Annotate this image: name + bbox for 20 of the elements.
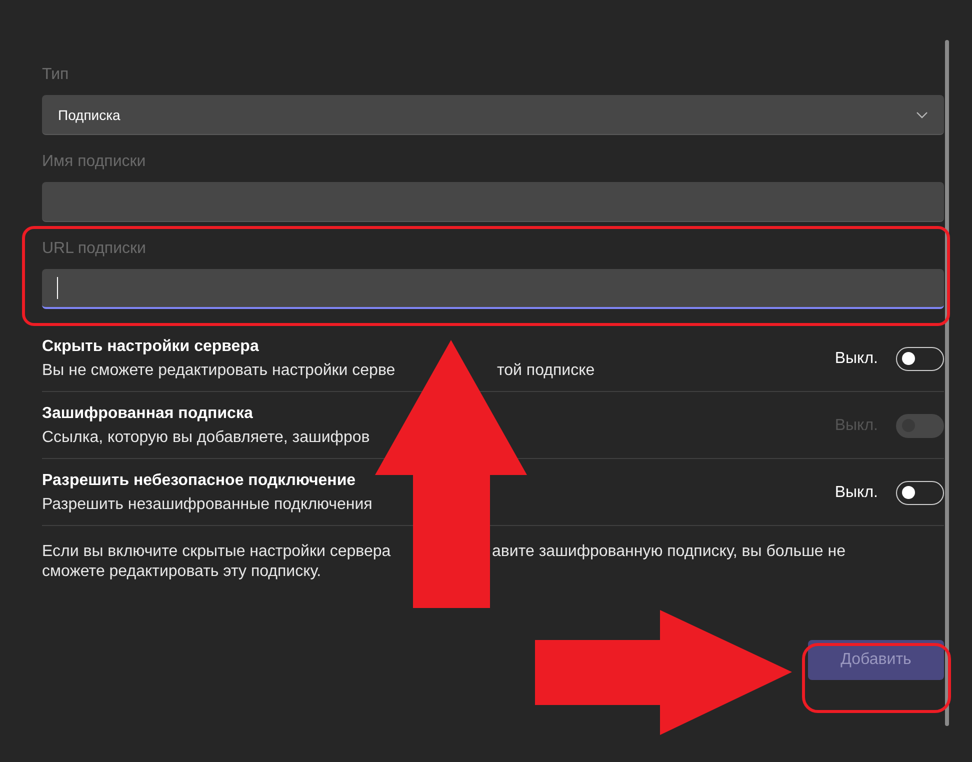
setting-description: Ссылка, которую вы добавляете, зашифров [42, 429, 370, 447]
setting-description: Разрешить незашифрованные подключения [42, 496, 372, 514]
setting-description: Вы не сможете редактировать настройки серве [42, 362, 396, 380]
note-text: авите зашифрованную подписку, вы больше не [492, 542, 846, 562]
toggle-state-label: Выкл. [834, 484, 878, 502]
input-field[interactable] [42, 182, 944, 222]
field-label: URL подписки [42, 239, 146, 259]
note-text: Если вы включите скрытые настройки сервера [42, 542, 392, 562]
note-text: сможете редактировать эту подписку. [42, 562, 322, 582]
setting-title: Скрыть настройки сервера [42, 338, 259, 356]
toggle-state-label: Выкл. [834, 350, 878, 368]
scrollbar[interactable] [945, 40, 949, 726]
field-label: Имя подписки [42, 152, 146, 172]
input-field[interactable] [42, 269, 944, 309]
field-label: Тип [42, 65, 69, 85]
type-dropdown[interactable]: Подписка [42, 95, 944, 135]
setting-title: Зашифрованная подписка [42, 405, 253, 423]
setting-title: Разрешить небезопасное подключение [42, 472, 356, 490]
setting-description: той подписке [497, 362, 595, 380]
chevron-down-icon [916, 110, 928, 118]
